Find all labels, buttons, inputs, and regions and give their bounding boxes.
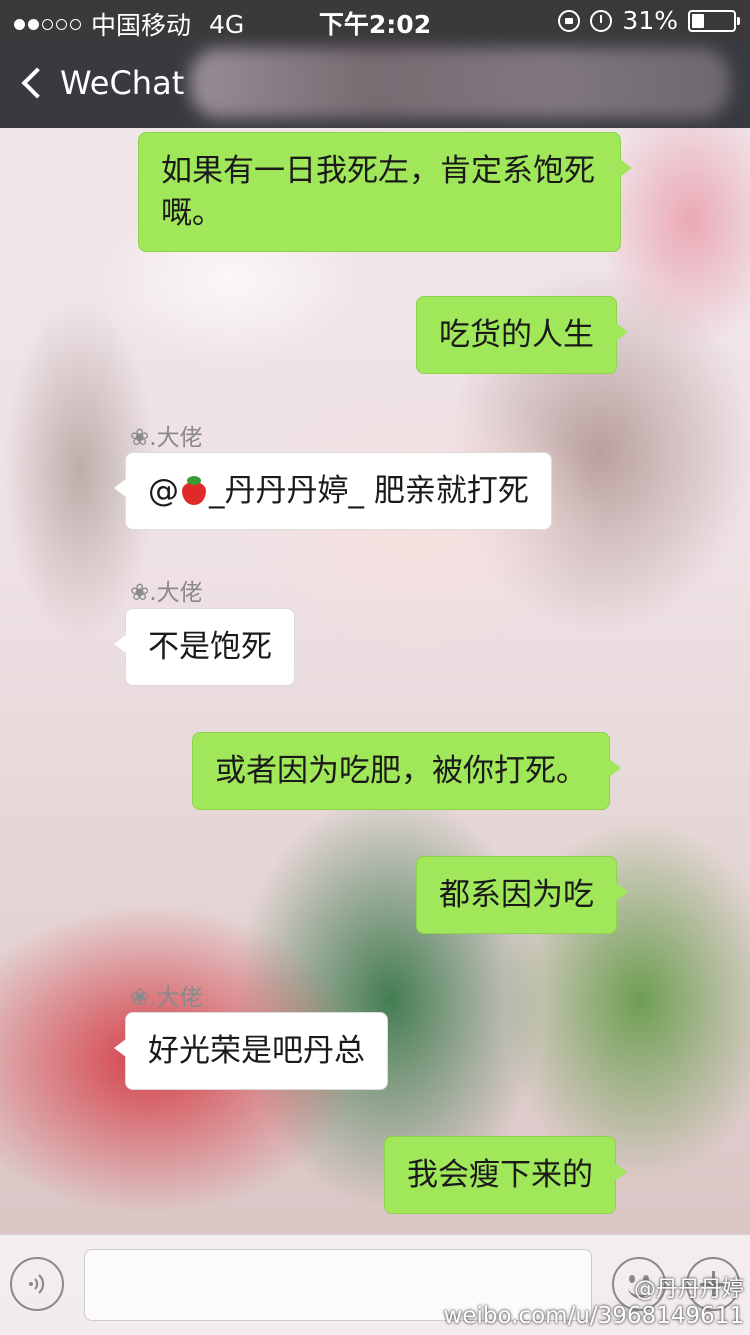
strawberry-icon [181,475,207,505]
navigation-bar: WeChat [0,40,750,128]
orientation-lock-icon [558,9,581,32]
voice-icon [29,1274,45,1294]
battery-icon [688,9,740,32]
status-right: 31% [558,6,740,35]
message-text: 或者因为吃肥，被你打死。 [215,753,587,789]
battery-percent: 31% [622,6,678,35]
battery-fill [692,13,705,28]
message-text: @ [148,473,179,509]
message-input-bar: @丹丹丹婷 weibo.com/u/3968149611 [0,1234,750,1335]
message-bubble-sent[interactable]: 吃货的人生 [416,296,628,374]
chevron-left-icon [21,67,53,99]
chat-message-list[interactable]: 如果有一日我死左，肯定系饱死嘅。 吃货的人生 ❀.大佬 @ _丹丹丹婷_ 肥亲就打… [0,128,750,1234]
sender-name: ❀.大佬 [130,425,203,451]
message-bubble-sent[interactable]: 都系因为吃 [416,856,628,934]
status-bar: 中国移动 4G 下午2:02 31% [0,0,750,40]
back-label: WeChat [60,64,185,102]
message-bubble-sent[interactable]: 或者因为吃肥，被你打死。 [192,732,621,810]
message-bubble-sent[interactable]: 如果有一日我死左，肯定系饱死嘅。 [138,132,632,252]
alarm-icon [590,9,613,32]
message-bubble-received[interactable]: 好光荣是吧丹总 [114,1012,388,1090]
back-button[interactable]: WeChat [18,64,184,102]
message-text: 好光荣是吧丹总 [148,1033,365,1069]
watermark-url: weibo.com/u/3968149611 [443,1303,744,1329]
message-text: _丹丹丹婷_ 肥亲就打死 [209,473,529,509]
watermark-user: @丹丹丹婷 [633,1277,744,1302]
weibo-watermark: @丹丹丹婷 weibo.com/u/3968149611 [444,1271,744,1329]
message-bubble-received[interactable]: 不是饱死 [114,608,295,686]
message-text: 我会瘦下来的 [407,1157,593,1193]
message-text: 吃货的人生 [439,317,594,353]
message-bubble-sent[interactable]: 我会瘦下来的 [384,1136,627,1214]
voice-input-button[interactable] [10,1257,64,1311]
message-text: 不是饱死 [148,629,272,665]
message-text: 如果有一日我死左，肯定系饱死嘅。 [161,153,595,231]
sender-name: ❀.大佬 [130,985,203,1011]
message-bubble-received[interactable]: @ _丹丹丹婷_ 肥亲就打死 [114,452,552,530]
sender-name: ❀.大佬 [130,580,203,606]
message-text: 都系因为吃 [439,877,594,913]
